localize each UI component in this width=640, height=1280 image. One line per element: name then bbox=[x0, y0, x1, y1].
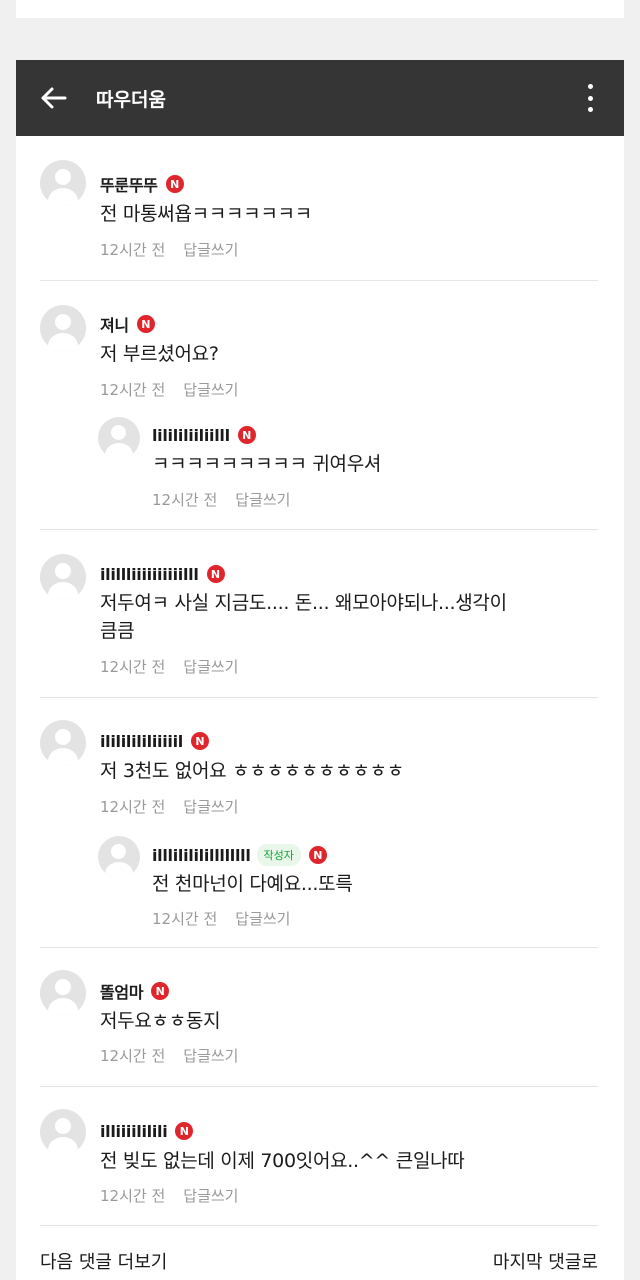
comment-text: 큼큼 bbox=[100, 620, 135, 642]
comment-time: 12시간 전 bbox=[152, 910, 218, 928]
naver-badge-icon: N bbox=[237, 426, 256, 444]
naver-badge-icon: N bbox=[151, 982, 170, 1000]
avatar[interactable] bbox=[40, 970, 86, 1016]
comment-nickname[interactable]: ilillliiiiiiiiiilll bbox=[100, 565, 199, 584]
comment-nickname[interactable]: lilililiiliilll bbox=[152, 426, 230, 445]
naver-badge-icon: N bbox=[165, 175, 184, 193]
reply-button[interactable]: 답글쓰기 bbox=[235, 908, 290, 929]
avatar[interactable] bbox=[98, 417, 140, 459]
page-title: 따우더움 bbox=[96, 88, 166, 111]
comment-text: 저 3천도 없어요 ㅎㅎㅎㅎㅎㅎㅎㅎㅎㅎ bbox=[100, 760, 404, 782]
comment-text: 저두요ㅎㅎ동지 bbox=[100, 1010, 221, 1032]
reply-button[interactable]: 답글쓰기 bbox=[183, 796, 238, 817]
comment-nickname[interactable]: illiiiililili bbox=[100, 1122, 168, 1141]
more-vertical-icon[interactable] bbox=[586, 84, 594, 112]
previous-card bbox=[16, 0, 624, 18]
comment-time: 12시간 전 bbox=[100, 1047, 166, 1065]
header-bar: 따우더움 bbox=[16, 60, 624, 136]
comment-time: 12시간 전 bbox=[152, 491, 218, 509]
comment-item: ilililililiiiiil N 저 3천도 없어요 ㅎㅎㅎㅎㅎㅎㅎㅎㅎㅎ … bbox=[40, 698, 598, 948]
comment-time: 12시간 전 bbox=[100, 658, 166, 676]
comment-nickname[interactable]: 져니 bbox=[100, 312, 129, 336]
naver-badge-icon: N bbox=[206, 565, 225, 583]
comment-footer: 다음 댓글 더보기 마지막 댓글로 bbox=[40, 1248, 598, 1274]
comment-text: 저두여ㅋ 사실 지금도.... 돈... 왜모아야되나...생각이 bbox=[100, 592, 507, 614]
reply-button[interactable]: 답글쓰기 bbox=[183, 239, 238, 260]
comment-item: 뚜룬뚜뚜 N 전 마통써욥ㅋㅋㅋㅋㅋㅋㅋ 12시간 전 답글쓰기 bbox=[40, 136, 598, 281]
reply-button[interactable]: 답글쓰기 bbox=[183, 379, 238, 400]
more-comments-link[interactable]: 다음 댓글 더보기 bbox=[40, 1248, 167, 1274]
comment-item: 똘엄마 N 저두요ㅎㅎ동지 12시간 전 답글쓰기 bbox=[40, 948, 598, 1087]
last-comment-link[interactable]: 마지막 댓글로 bbox=[493, 1248, 598, 1274]
avatar[interactable] bbox=[98, 836, 140, 878]
avatar[interactable] bbox=[40, 720, 86, 766]
comment-text: 전 천마넌이 다예요...또륵 bbox=[152, 873, 353, 895]
comment-time: 12시간 전 bbox=[100, 1187, 166, 1205]
author-badge: 작성자 bbox=[256, 844, 301, 866]
comment-text: 전 마통써욥ㅋㅋㅋㅋㅋㅋㅋ bbox=[100, 203, 312, 225]
reply-button[interactable]: 답글쓰기 bbox=[183, 1045, 238, 1066]
arrow-left-icon bbox=[41, 87, 67, 109]
comment-item: illiiiililili N 전 빚도 없는데 이제 700잇어요..^^ 큰… bbox=[40, 1087, 598, 1226]
reply-button[interactable]: 답글쓰기 bbox=[235, 489, 290, 510]
avatar[interactable] bbox=[40, 305, 86, 351]
avatar[interactable] bbox=[40, 160, 86, 206]
comment-nickname[interactable]: 뚜룬뚜뚜 bbox=[100, 172, 158, 196]
comment-nickname[interactable]: 똘엄마 bbox=[100, 979, 144, 1003]
naver-badge-icon: N bbox=[308, 846, 327, 864]
comment-time: 12시간 전 bbox=[100, 798, 166, 816]
comment-text: 저 부르셨어요? bbox=[100, 343, 219, 365]
comment-item: 져니 N 저 부르셨어요? 12시간 전 답글쓰기 lilililiiliill… bbox=[40, 281, 598, 530]
naver-badge-icon: N bbox=[175, 1122, 194, 1140]
comment-nickname[interactable]: illlilililillllllll bbox=[152, 846, 251, 865]
comment-item: ilillliiiiiiiiiilll N 저두여ㅋ 사실 지금도.... 돈.… bbox=[40, 530, 598, 698]
naver-badge-icon: N bbox=[190, 732, 209, 750]
avatar[interactable] bbox=[40, 1109, 86, 1155]
naver-badge-icon: N bbox=[136, 315, 155, 333]
avatar[interactable] bbox=[40, 554, 86, 600]
comment-nickname[interactable]: ilililililiiiiil bbox=[100, 732, 183, 751]
comment-text: ㅋㅋㅋㅋㅋㅋㅋㅋㅋ 귀여우셔 bbox=[152, 453, 382, 475]
reply-button[interactable]: 답글쓰기 bbox=[183, 656, 238, 677]
comment-time: 12시간 전 bbox=[100, 381, 166, 399]
reply-button[interactable]: 답글쓰기 bbox=[183, 1185, 238, 1206]
comment-time: 12시간 전 bbox=[100, 241, 166, 259]
back-button[interactable] bbox=[38, 83, 68, 113]
comment-list: 뚜룬뚜뚜 N 전 마통써욥ㅋㅋㅋㅋㅋㅋㅋ 12시간 전 답글쓰기 져니 N 저 … bbox=[40, 136, 598, 1226]
comment-text: 전 빚도 없는데 이제 700잇어요..^^ 큰일나따 bbox=[100, 1150, 465, 1172]
